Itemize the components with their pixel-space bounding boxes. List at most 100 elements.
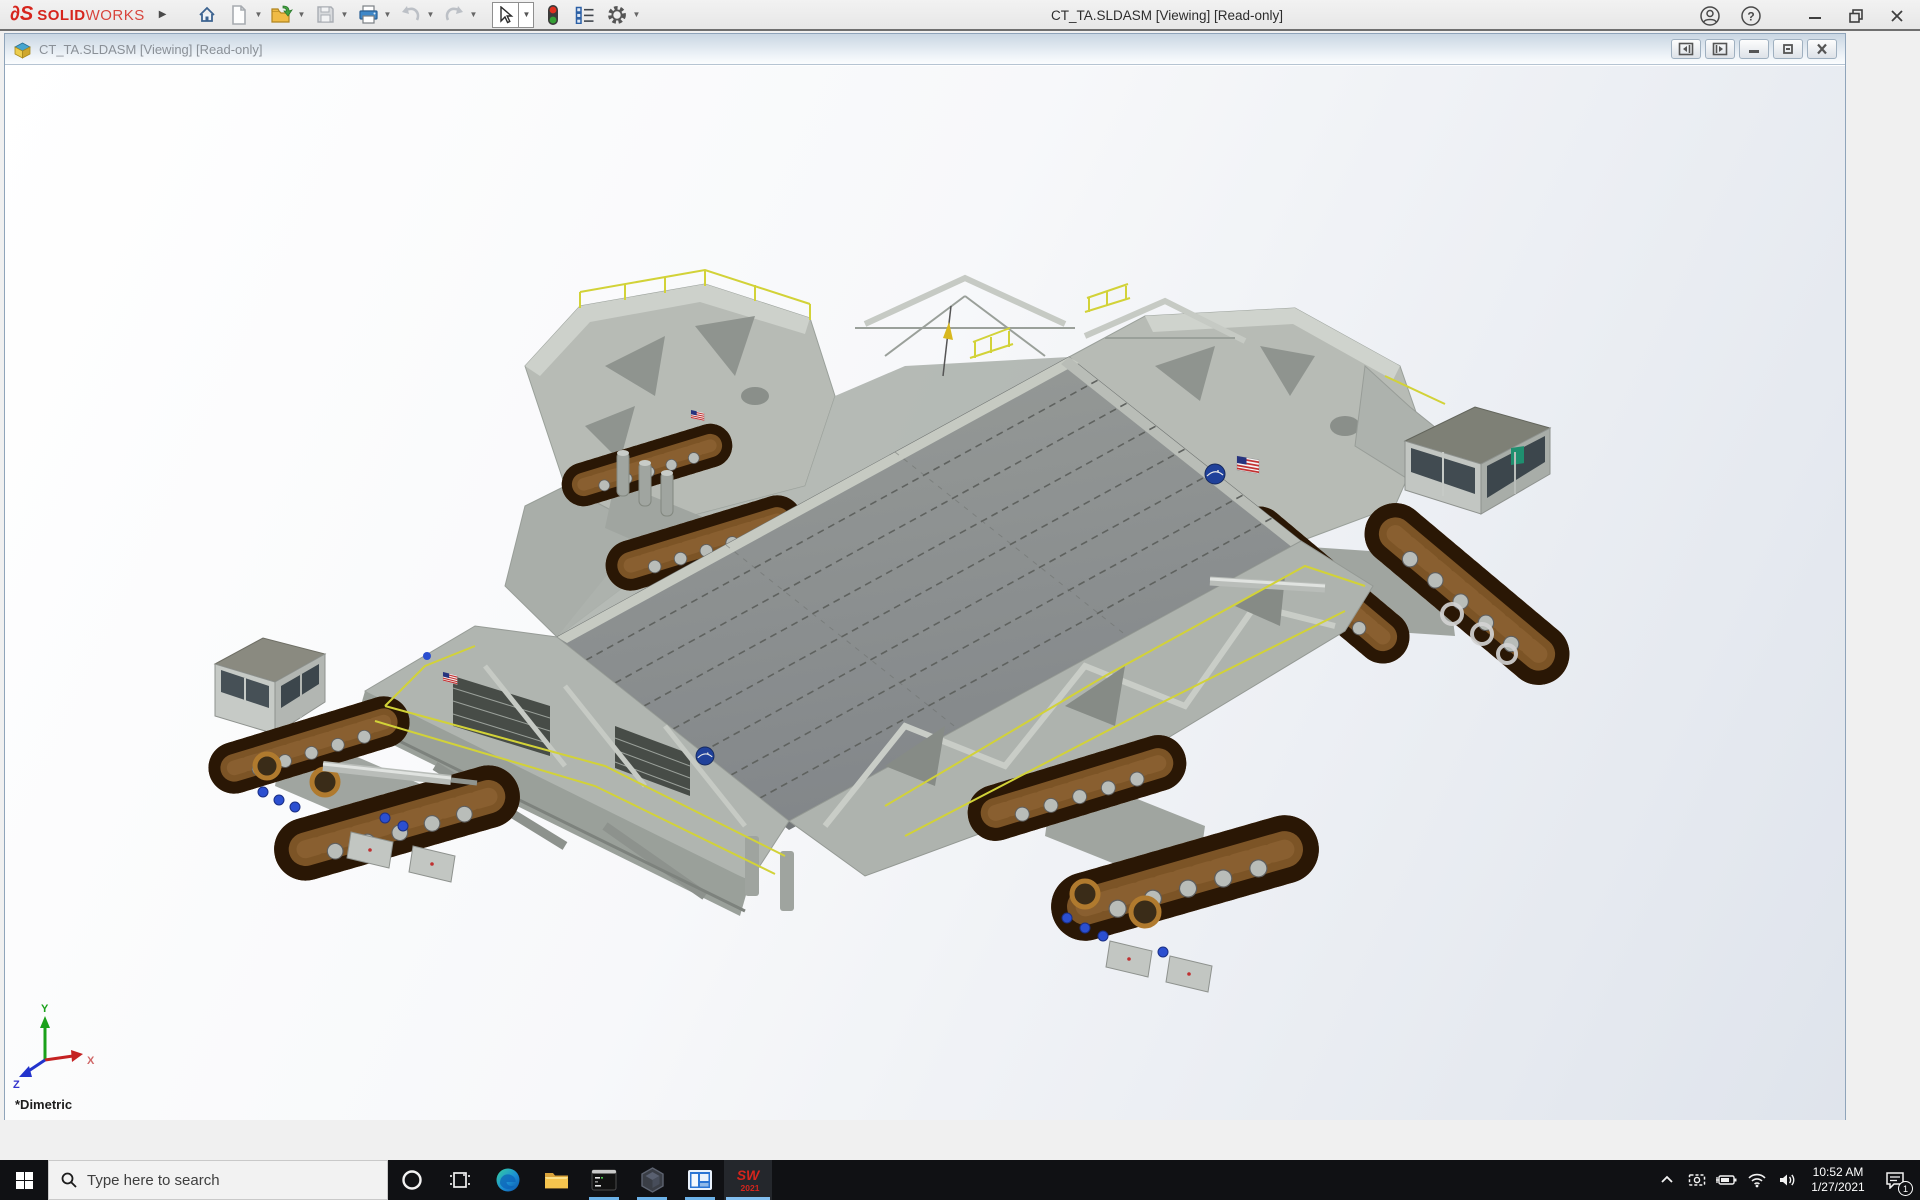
minimize-icon	[1806, 7, 1824, 25]
undo-dropdown[interactable]: ▼	[424, 10, 436, 19]
search-icon	[61, 1172, 77, 1188]
new-document-dropdown[interactable]: ▼	[252, 10, 264, 19]
graphics-viewport[interactable]: Y X Z *Dimetric	[5, 66, 1845, 1120]
orientation-triad[interactable]: Y X Z	[13, 1003, 95, 1091]
select-tool-dropdown[interactable]: ▼	[519, 2, 534, 28]
doc-restore-button[interactable]	[1773, 39, 1803, 59]
undo-icon	[400, 6, 422, 24]
hexagon-app-button[interactable]	[628, 1160, 676, 1200]
new-document-icon	[230, 5, 248, 25]
close-icon	[1888, 7, 1906, 25]
file-properties-button[interactable]	[572, 2, 598, 28]
options-gear-icon	[606, 4, 628, 26]
terminal-button[interactable]	[580, 1160, 628, 1200]
save-button[interactable]	[312, 2, 338, 28]
doc-pane-right-button[interactable]	[1705, 39, 1735, 59]
open-folder-icon	[271, 5, 293, 25]
cast-display-icon	[1687, 1172, 1707, 1189]
doc-minimize-icon	[1746, 42, 1762, 56]
nasa-meatball-decal	[1205, 464, 1225, 484]
crawler-transporter-model[interactable]: Y X Z	[5, 66, 1845, 1120]
doc-pane-left-button[interactable]	[1671, 39, 1701, 59]
volume-icon	[1778, 1172, 1797, 1188]
file-explorer-button[interactable]	[532, 1160, 580, 1200]
document-title: CT_TA.SLDASM [Viewing] [Read-only]	[39, 42, 1671, 57]
hexagon-app-icon	[640, 1167, 665, 1193]
select-tool-button[interactable]	[492, 2, 519, 28]
help-button[interactable]: ?	[1738, 3, 1764, 29]
system-tray: 10:52 AM 1/27/2021 1	[1652, 1160, 1920, 1200]
doc-restore-icon	[1780, 42, 1796, 56]
file-explorer-icon	[544, 1169, 569, 1191]
help-icon: ?	[1740, 5, 1762, 27]
edge-icon	[495, 1167, 521, 1193]
search-placeholder: Type here to search	[87, 1172, 220, 1189]
redo-dropdown[interactable]: ▼	[467, 10, 479, 19]
windows-taskbar: Type here to search	[0, 1160, 1920, 1200]
new-document-button[interactable]	[226, 2, 252, 28]
close-button[interactable]	[1884, 3, 1910, 29]
assembly-document-icon	[13, 40, 32, 59]
pane-right-icon	[1712, 42, 1728, 56]
action-center-button[interactable]: 1	[1874, 1160, 1916, 1200]
home-button[interactable]	[194, 2, 220, 28]
svg-text:SW: SW	[737, 1167, 761, 1183]
print-button[interactable]	[355, 2, 381, 28]
rebuild-button[interactable]	[540, 2, 566, 28]
open-button[interactable]	[269, 2, 295, 28]
svg-text:?: ?	[1747, 9, 1754, 23]
minimize-button[interactable]	[1802, 3, 1828, 29]
edge-button[interactable]	[484, 1160, 532, 1200]
file-properties-icon	[575, 6, 595, 24]
solidworks-app-icon: SW 2021	[733, 1165, 763, 1195]
terminal-icon	[591, 1169, 617, 1191]
dassault-3ds-icon: ∂S	[10, 3, 33, 26]
task-view-icon	[449, 1169, 471, 1191]
redo-button[interactable]	[441, 2, 467, 28]
solidworks-logo: ∂S SOLIDWORKS	[10, 3, 145, 26]
open-dropdown[interactable]: ▼	[295, 10, 307, 19]
clock-date: 1/27/2021	[1802, 1180, 1874, 1195]
options-button[interactable]	[604, 2, 630, 28]
svg-text:2021: 2021	[741, 1183, 760, 1193]
rebuild-stoplight-icon	[547, 4, 559, 26]
document-title-bar: CT_TA.SLDASM [Viewing] [Read-only]	[5, 34, 1845, 65]
media-app-icon	[687, 1169, 713, 1191]
taskbar-clock[interactable]: 10:52 AM 1/27/2021	[1802, 1165, 1874, 1195]
account-icon	[1699, 5, 1721, 27]
restore-icon	[1847, 7, 1865, 25]
notification-badge: 1	[1898, 1181, 1913, 1196]
save-icon	[316, 5, 335, 24]
tray-volume-button[interactable]	[1772, 1160, 1802, 1200]
app-title-bar: ∂S SOLIDWORKS ▶ ▼ ▼ ▼ ▼ ▼ ▼ ▼	[0, 0, 1920, 31]
battery-charging-icon	[1716, 1173, 1738, 1187]
solidworks-taskbar-button[interactable]: SW 2021	[724, 1160, 772, 1200]
tray-chevron-button[interactable]	[1652, 1160, 1682, 1200]
chevron-up-icon	[1659, 1172, 1675, 1188]
menu-expand-arrow-icon[interactable]: ▶	[159, 9, 167, 20]
app-window-title: CT_TA.SLDASM [Viewing] [Read-only]	[1051, 0, 1283, 31]
triad-x-label: X	[87, 1055, 95, 1067]
taskbar-search-input[interactable]: Type here to search	[48, 1160, 388, 1200]
media-app-button[interactable]	[676, 1160, 724, 1200]
cortana-icon	[401, 1169, 423, 1191]
start-button[interactable]	[0, 1160, 48, 1200]
cortana-button[interactable]	[388, 1160, 436, 1200]
undo-button[interactable]	[398, 2, 424, 28]
print-dropdown[interactable]: ▼	[381, 10, 393, 19]
tray-cast-button[interactable]	[1682, 1160, 1712, 1200]
account-button[interactable]	[1697, 3, 1723, 29]
tray-wifi-button[interactable]	[1742, 1160, 1772, 1200]
windows-logo-icon	[16, 1172, 33, 1189]
tray-battery-button[interactable]	[1712, 1160, 1742, 1200]
task-view-button[interactable]	[436, 1160, 484, 1200]
redo-icon	[443, 6, 465, 24]
wifi-icon	[1747, 1172, 1767, 1188]
doc-close-button[interactable]	[1807, 39, 1837, 59]
save-dropdown[interactable]: ▼	[338, 10, 350, 19]
select-cursor-icon	[498, 6, 514, 24]
doc-minimize-button[interactable]	[1739, 39, 1769, 59]
options-dropdown[interactable]: ▼	[630, 10, 642, 19]
restore-button[interactable]	[1843, 3, 1869, 29]
doc-close-icon	[1814, 42, 1830, 56]
